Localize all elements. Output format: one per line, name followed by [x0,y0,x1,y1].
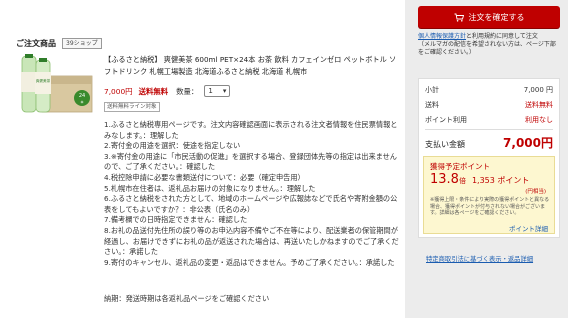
order-header: ご注文商品 39ショップ [16,38,102,49]
note-item: 2.寄付金の用途を選択：使途を指定しない [104,141,241,151]
newsletter-note: （メルマガの配信を希望されない方は、ページ下部をご確認ください。） [418,41,556,56]
svg-text:24: 24 [79,93,85,99]
points-title: 獲得予定ポイント [430,162,490,171]
points-note: ※獲得上限・条件により実際の獲得ポイントと異なる場合、獲得ポイントが付与されない… [430,197,550,217]
points-use-value: 利用なし [525,116,553,124]
privacy-policy-link[interactable]: 個人情報保護方針 [418,33,466,40]
note-item: 3.※寄付金の用途に「市民活動の促進」を選択する場合、登録団体先等の指定は出来ま… [104,151,397,172]
points-multiplier: 13.8倍 [430,172,466,187]
points-detail-link[interactable]: ポイント詳細 [509,223,548,233]
points-use-label: ポイント利用 [425,116,467,124]
quantity-label: 数量： [176,86,199,96]
subtotal-label: 小計 [425,86,439,94]
note-item: 6.ふるさと納税をされた方として、地域のホームページや広報誌などで氏名や寄附金額… [104,194,398,214]
product-image-text: 爽健美茶 [36,78,51,83]
note-item: 1.ふるさと納税専用ページです。注文内容確認画面に表示される注文者情報を住民票情… [104,120,398,140]
shipping-row: 送料 送料無料 [425,100,553,110]
commercial-law-link[interactable]: 特定商取引法に基づく表示・返品詳細 [426,254,533,263]
points-box: 獲得予定ポイント 13.8倍 1,353 ポイント (円相当) ※獲得上限・条件… [423,156,555,234]
points-row: 13.8倍 1,353 ポイント [430,172,529,187]
privacy-consent: 個人情報保護方針と利用規約に同意して注文 （メルマガの配信を希望されない方は、ペ… [418,33,560,57]
svg-text:本: 本 [80,99,83,104]
shop-badge: 39ショップ [62,38,102,49]
subtotal-row: 小計 7,000 円 [425,85,553,95]
points-amount: 1,353 ポイント [471,176,530,185]
total-label: 支払い金額 [425,140,465,149]
note-item: 7.備考欄での日時指定できません：確認した [104,215,248,225]
shipping-label: 送料 [425,101,439,109]
order-panel: ご注文商品 39ショップ 24 本 爽健美茶 【ふるさと納税】 爽健美茶 600… [0,0,405,318]
points-multiplier-value: 13.8 [430,172,459,187]
order-title: ご注文商品 [16,39,56,48]
free-shipping-tag: 送料無料ライン対象 [104,102,160,112]
points-multiplier-unit: 倍 [458,177,466,185]
total-row: 支払い金額 7,000円 [425,134,553,151]
confirm-order-label: 注文を確定する [468,12,525,22]
points-use-row: ポイント利用 利用なし [425,115,553,125]
free-shipping-label: 送料無料 [138,86,169,96]
note-item: 4.税控除申請に必要な書類送付について：必要（確定申告用） [104,172,305,182]
price-row: 7,000円 送料無料 数量： 1 ▾ [104,85,231,97]
privacy-consent-text: と利用規約に同意して注文 [466,33,538,40]
price: 7,000円 [104,86,133,96]
delivery-note: 納期：発送時期は各返礼品ページをご確認ください [104,294,270,303]
points-amount-sub: (円相当) [525,189,546,195]
quantity-select[interactable]: 1 ▾ [204,85,231,97]
payment-summary: 小計 7,000 円 送料 送料無料 ポイント利用 利用なし 支払い金額 7,0… [418,78,560,238]
shipping-value: 送料無料 [525,101,553,109]
chevron-down-icon: ▾ [222,87,227,95]
note-item: 9.寄付のキャンセル、返礼品の変更・返品はできません。予めご了承ください。：承諾… [104,257,395,267]
note-item: 8.お礼の品送付先住所の誤り等のお申込内容不備やご不在等により、配送業者の保管期… [104,225,399,257]
product-image[interactable]: 24 本 爽健美茶 [16,54,96,114]
subtotal-value: 7,000 円 [523,86,553,94]
note-item: 5.札幌市在住者は、返礼品お届けの対象になりません。：理解した [104,183,316,193]
confirm-order-button[interactable]: 注文を確定する [418,6,560,28]
order-notes: 1.ふるさと納税専用ページです。注文内容確認画面に表示される注文者情報を住民票情… [104,120,402,268]
total-value: 7,000円 [503,136,553,150]
product-name-link[interactable]: 【ふるさと納税】 爽健美茶 600ml PET×24本 お茶 飲料 カフェインゼ… [104,54,400,78]
quantity-value: 1 [208,87,213,95]
cart-icon [454,13,464,22]
summary-divider [425,129,553,130]
